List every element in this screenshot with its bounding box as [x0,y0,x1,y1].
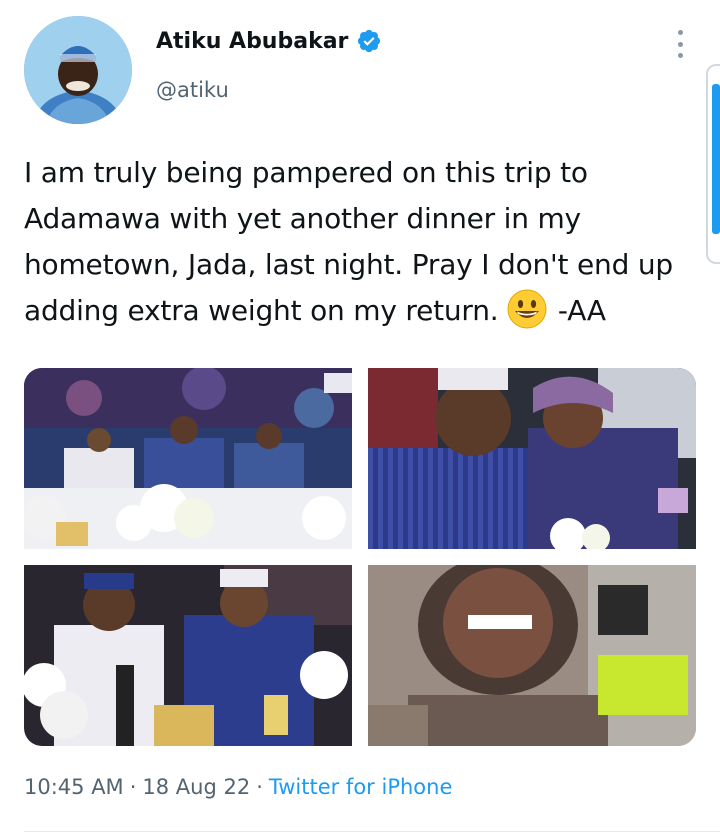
dinner-crowd-photo[interactable] [24,368,352,549]
tweet: Atiku Abubakar @atiku I am truly being p… [0,0,720,834]
tweet-date[interactable]: 18 Aug 22 [142,775,250,799]
meta-separator: · [129,775,137,799]
divider [24,831,720,832]
side-card-edge [706,64,720,264]
user-handle[interactable]: @atiku [156,78,229,102]
name-row: Atiku Abubakar [156,28,382,54]
smiling-men-vip-table-photo[interactable] [24,565,352,746]
couple-closeup-photo[interactable] [368,368,696,549]
tweet-time[interactable]: 10:45 AM [24,775,124,799]
grinning-face-emoji-icon [507,289,547,329]
avatar[interactable] [24,16,132,124]
woman-smiling-photo[interactable] [368,565,696,746]
verified-badge-icon [358,29,381,53]
tweet-meta: 10:45 AM · 18 Aug 22 · Twitter for iPhon… [24,775,452,799]
tweet-text: I am truly being pampered on this trip t… [24,150,684,334]
media-grid [24,368,696,746]
more-options-icon[interactable] [668,28,692,60]
tweet-source-link[interactable]: Twitter for iPhone [269,775,453,799]
tweet-signature: -AA [557,294,606,327]
meta-separator: · [256,775,263,799]
avatar-image [24,16,132,124]
display-name[interactable]: Atiku Abubakar [156,29,348,54]
